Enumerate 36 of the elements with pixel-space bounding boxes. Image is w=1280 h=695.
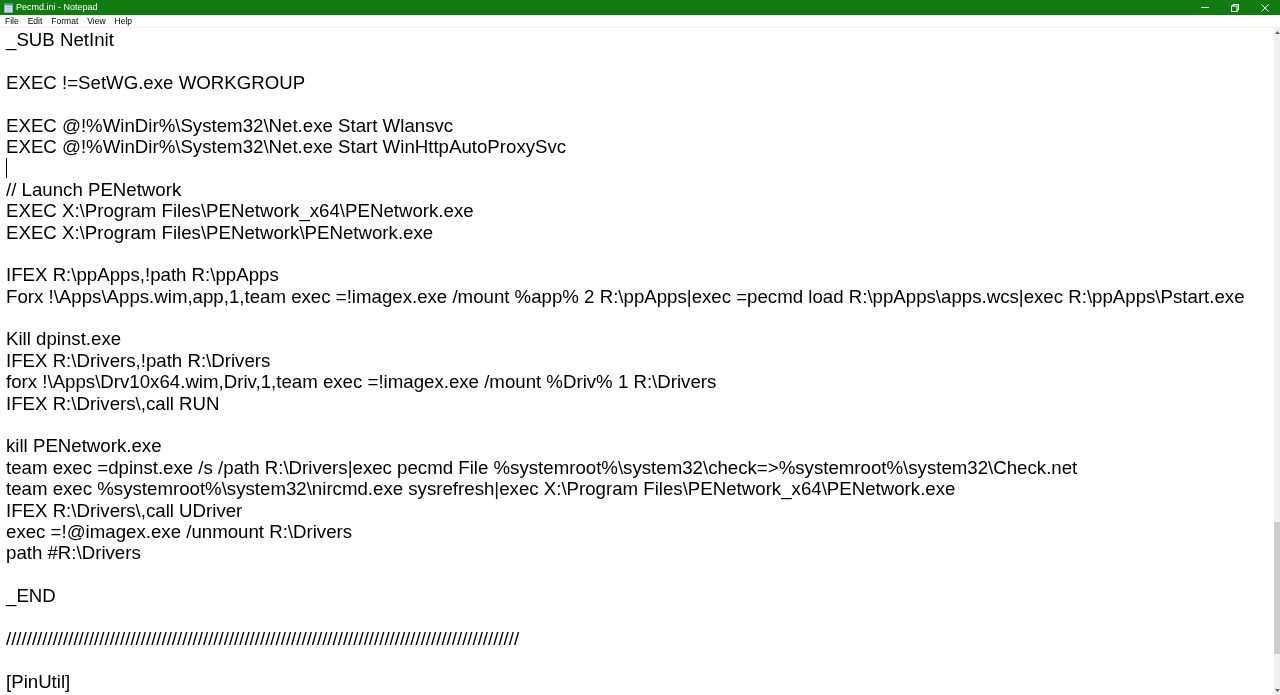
menu-item[interactable]: File [2,15,22,27]
text-line: EXEC !=SetWG.exe WORKGROUP [6,71,306,94]
menu-item[interactable]: Edit [24,15,46,27]
text-line: team exec %systemroot%\system32\nircmd.exe sysrefresh|exec X:\Program Files\PENetwork_x64\PENetwork.exe [6,478,956,500]
menu-item[interactable]: View [84,15,109,27]
text-line: IFEX R:\Drivers\,call RUN [6,392,220,415]
text-line: forx !\Apps\Drv10x64.wim,Driv,1,team exec =!imagex.exe /mount %Driv% 1 R:\Drivers [6,371,717,393]
down-arrow-icon [1274,689,1280,692]
notepad-app-icon [4,2,13,13]
text-line: IFEX R:\Drivers\,call UDriver [6,499,243,521]
text-line: kill PENetwork.exe [6,435,162,457]
text-line: path #R:\Drivers [6,542,141,564]
text-line: IFEX R:\Drivers,!path R:\Drivers [6,349,271,372]
text-line: _END [6,585,56,607]
text-line: IFEX R:\ppApps,!path R:\ppApps [6,264,279,286]
text-line: /////////////////////////////////////////////////////////////////////////////////////////////////// [6,627,520,650]
text-line: EXEC X:\Program Files\PENetwork_x64\PENetwork.exe [6,200,474,222]
text-line: Kill dpinst.exe [6,328,122,350]
text-line: EXEC @!%WinDir%\System32\Net.exe Start Wlansvc [6,114,454,136]
window-title: Pecmd.ini - Notepad [16,1,98,14]
text-line: EXEC @!%WinDir%\System32\Net.exe Start WinHttpAutoProxySvc [6,135,567,158]
up-arrow-icon [1274,31,1280,34]
restore-icon [1231,3,1239,12]
text-line: exec =!@imagex.exe /unmount R:\Drivers [6,521,353,543]
scroll-thumb[interactable] [1274,522,1280,654]
text-line: team exec =dpinst.exe /s /path R:\Drivers|exec pecmd File %systemroot%\system32\check=>%systemroot%\system32\Check.net [6,456,1078,479]
close-icon [1261,3,1269,12]
text-line: EXEC X:\Program Files\PENetwork\PENetwork.exe [6,221,434,243]
menu-item[interactable]: Help [111,15,136,27]
menu-item[interactable]: Format [48,15,82,27]
vertical-scrollbar[interactable] [1274,28,1280,695]
text-line: Forx !\Apps\Apps.wim,app,1,team exec =!imagex.exe /mount %app% 2 R:\ppApps|exec =pecmd load R:\ppApps\apps.wcs|exec R:\ppApps\Pstart.exe [6,285,1245,308]
minimize-icon [1201,7,1209,8]
text-line: _SUB NetInit [6,29,114,51]
text-line: [PinUtil] [6,670,71,693]
text-line: // Launch PENetwork [6,178,182,201]
